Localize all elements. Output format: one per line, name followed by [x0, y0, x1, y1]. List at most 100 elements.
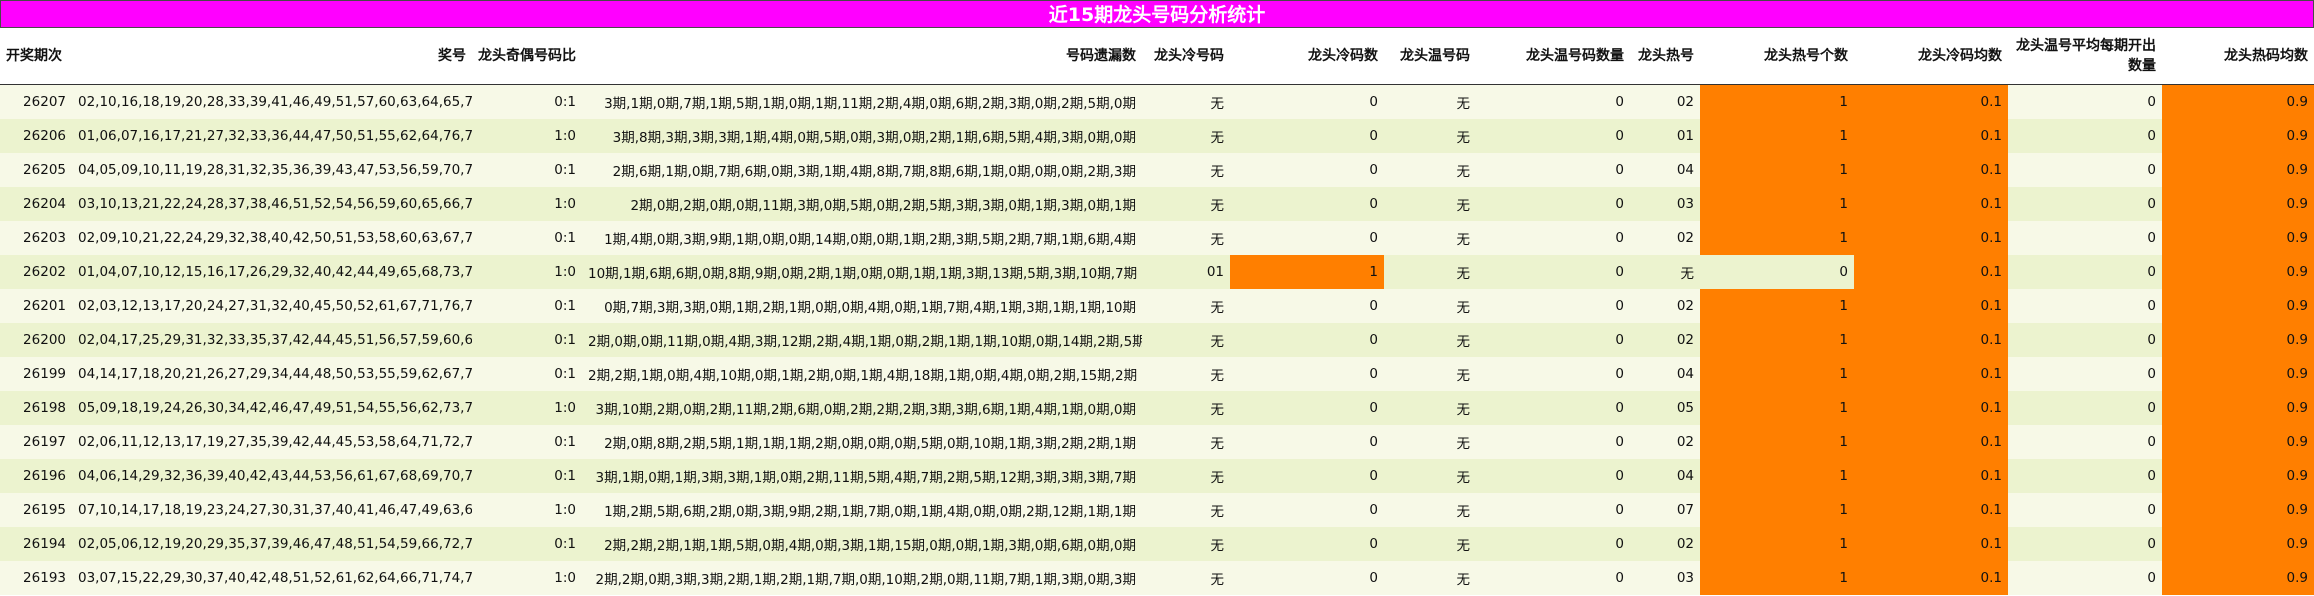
cell-warm-count: 0: [1476, 527, 1630, 561]
cell-cold-avg: 0.1: [1854, 527, 2008, 561]
cell-cold-no: 无: [1142, 391, 1230, 425]
cell-numbers: 02,03,12,13,17,20,24,27,31,32,40,45,50,5…: [72, 289, 472, 323]
cell-cold-count: 0: [1230, 493, 1384, 527]
cell-hot-no: 02: [1630, 323, 1700, 357]
cell-warm-count: 0: [1476, 153, 1630, 187]
cell-numbers: 04,05,09,10,11,19,28,31,32,35,36,39,43,4…: [72, 153, 472, 187]
cell-warm-count: 0: [1476, 391, 1630, 425]
cell-period: 26206: [0, 119, 72, 153]
cell-warm-avg: 0: [2008, 153, 2162, 187]
cell-warm-no: 无: [1384, 187, 1476, 221]
cell-cold-avg: 0.1: [1854, 323, 2008, 357]
cell-cold-count: 0: [1230, 119, 1384, 153]
cell-hot-avg: 0.9: [2162, 493, 2314, 527]
cell-hot-count: 1: [1700, 357, 1854, 391]
cell-cold-no: 无: [1142, 187, 1230, 221]
cell-ratio: 0:1: [472, 221, 582, 255]
table-row: 26195 07,10,14,17,18,19,23,24,27,30,31,37…: [0, 493, 2314, 527]
cell-ratio: 0:1: [472, 459, 582, 493]
header-hot-avg: 龙头热码均数: [2162, 28, 2314, 85]
cell-hot-count: 1: [1700, 391, 1854, 425]
cell-cold-avg: 0.1: [1854, 255, 2008, 289]
table-row: 26204 03,10,13,21,22,24,28,37,38,46,51,52…: [0, 187, 2314, 221]
cell-warm-avg: 0: [2008, 255, 2162, 289]
cell-omission: 2期,0期,0期,11期,0期,4期,3期,12期,2期,4期,1期,0期,2期…: [582, 323, 1142, 357]
cell-hot-no: 01: [1630, 119, 1700, 153]
cell-period: 26203: [0, 221, 72, 255]
header-cold-avg: 龙头冷码均数: [1854, 28, 2008, 85]
cell-cold-count: 0: [1230, 357, 1384, 391]
cell-ratio: 0:1: [472, 289, 582, 323]
cell-hot-avg: 0.9: [2162, 323, 2314, 357]
cell-hot-count: 1: [1700, 425, 1854, 459]
cell-cold-no: 无: [1142, 493, 1230, 527]
page-title: 近15期龙头号码分析统计: [0, 0, 2314, 28]
cell-cold-count: 0: [1230, 561, 1384, 595]
cell-cold-avg: 0.1: [1854, 493, 2008, 527]
cell-hot-avg: 0.9: [2162, 391, 2314, 425]
cell-omission: 2期,6期,1期,0期,7期,6期,0期,3期,1期,4期,8期,7期,8期,6…: [582, 153, 1142, 187]
cell-hot-avg: 0.9: [2162, 221, 2314, 255]
cell-hot-no: 04: [1630, 153, 1700, 187]
cell-hot-avg: 0.9: [2162, 527, 2314, 561]
cell-cold-count: 0: [1230, 459, 1384, 493]
cell-hot-count: 1: [1700, 561, 1854, 595]
cell-hot-count: 0: [1700, 255, 1854, 289]
table-row: 26194 02,05,06,12,19,20,29,35,37,39,46,47…: [0, 527, 2314, 561]
cell-cold-avg: 0.1: [1854, 391, 2008, 425]
cell-cold-count: 0: [1230, 323, 1384, 357]
cell-hot-avg: 0.9: [2162, 425, 2314, 459]
cell-numbers: 02,05,06,12,19,20,29,35,37,39,46,47,48,5…: [72, 527, 472, 561]
cell-numbers: 03,10,13,21,22,24,28,37,38,46,51,52,54,5…: [72, 187, 472, 221]
header-omission: 号码遗漏数: [582, 28, 1142, 85]
table-row: 26200 02,04,17,25,29,31,32,33,35,37,42,44…: [0, 323, 2314, 357]
cell-cold-avg: 0.1: [1854, 425, 2008, 459]
cell-hot-no: 02: [1630, 289, 1700, 323]
table-row: 26206 01,06,07,16,17,21,27,32,33,36,44,47…: [0, 119, 2314, 153]
cell-hot-count: 1: [1700, 527, 1854, 561]
cell-cold-avg: 0.1: [1854, 357, 2008, 391]
header-warm-avg: 龙头温号平均每期开出数量: [2008, 28, 2162, 85]
cell-hot-count: 1: [1700, 153, 1854, 187]
cell-cold-no: 无: [1142, 84, 1230, 119]
cell-omission: 0期,7期,3期,3期,0期,1期,2期,1期,0期,0期,4期,0期,1期,7…: [582, 289, 1142, 323]
cell-warm-no: 无: [1384, 221, 1476, 255]
cell-numbers: 02,04,17,25,29,31,32,33,35,37,42,44,45,5…: [72, 323, 472, 357]
cell-omission: 2期,2期,1期,0期,4期,10期,0期,1期,2期,0期,1期,4期,18期…: [582, 357, 1142, 391]
cell-omission: 3期,1期,0期,7期,1期,5期,1期,0期,1期,11期,2期,4期,0期,…: [582, 84, 1142, 119]
cell-numbers: 02,09,10,21,22,24,29,32,38,40,42,50,51,5…: [72, 221, 472, 255]
cell-hot-count: 1: [1700, 187, 1854, 221]
cell-warm-no: 无: [1384, 255, 1476, 289]
cell-warm-avg: 0: [2008, 323, 2162, 357]
cell-hot-avg: 0.9: [2162, 255, 2314, 289]
cell-ratio: 1:0: [472, 391, 582, 425]
cell-cold-count: 0: [1230, 187, 1384, 221]
cell-omission: 3期,10期,2期,0期,2期,11期,2期,6期,0期,2期,2期,2期,3期…: [582, 391, 1142, 425]
cell-warm-no: 无: [1384, 493, 1476, 527]
cell-period: 26200: [0, 323, 72, 357]
cell-cold-avg: 0.1: [1854, 221, 2008, 255]
header-warm-no: 龙头温号码: [1384, 28, 1476, 85]
cell-cold-no: 无: [1142, 323, 1230, 357]
cell-omission: 2期,2期,0期,3期,3期,2期,1期,2期,1期,7期,0期,10期,2期,…: [582, 561, 1142, 595]
cell-cold-no: 无: [1142, 425, 1230, 459]
cell-cold-count: 0: [1230, 221, 1384, 255]
header-period: 开奖期次: [0, 28, 72, 85]
cell-ratio: 1:0: [472, 119, 582, 153]
table-row: 26198 05,09,18,19,24,26,30,34,42,46,47,49…: [0, 391, 2314, 425]
cell-cold-avg: 0.1: [1854, 289, 2008, 323]
cell-cold-count: 0: [1230, 391, 1384, 425]
header-cold-count: 龙头冷码数: [1230, 28, 1384, 85]
cell-warm-avg: 0: [2008, 221, 2162, 255]
cell-cold-no: 无: [1142, 119, 1230, 153]
cell-omission: 1期,2期,5期,6期,2期,0期,3期,9期,2期,1期,7期,0期,1期,4…: [582, 493, 1142, 527]
cell-warm-avg: 0: [2008, 561, 2162, 595]
table-row: 26201 02,03,12,13,17,20,24,27,31,32,40,45…: [0, 289, 2314, 323]
table-row: 26193 03,07,15,22,29,30,37,40,42,48,51,52…: [0, 561, 2314, 595]
cell-cold-avg: 0.1: [1854, 187, 2008, 221]
cell-ratio: 1:0: [472, 493, 582, 527]
cell-cold-no: 01: [1142, 255, 1230, 289]
cell-cold-no: 无: [1142, 153, 1230, 187]
cell-hot-no: 02: [1630, 221, 1700, 255]
cell-period: 26205: [0, 153, 72, 187]
